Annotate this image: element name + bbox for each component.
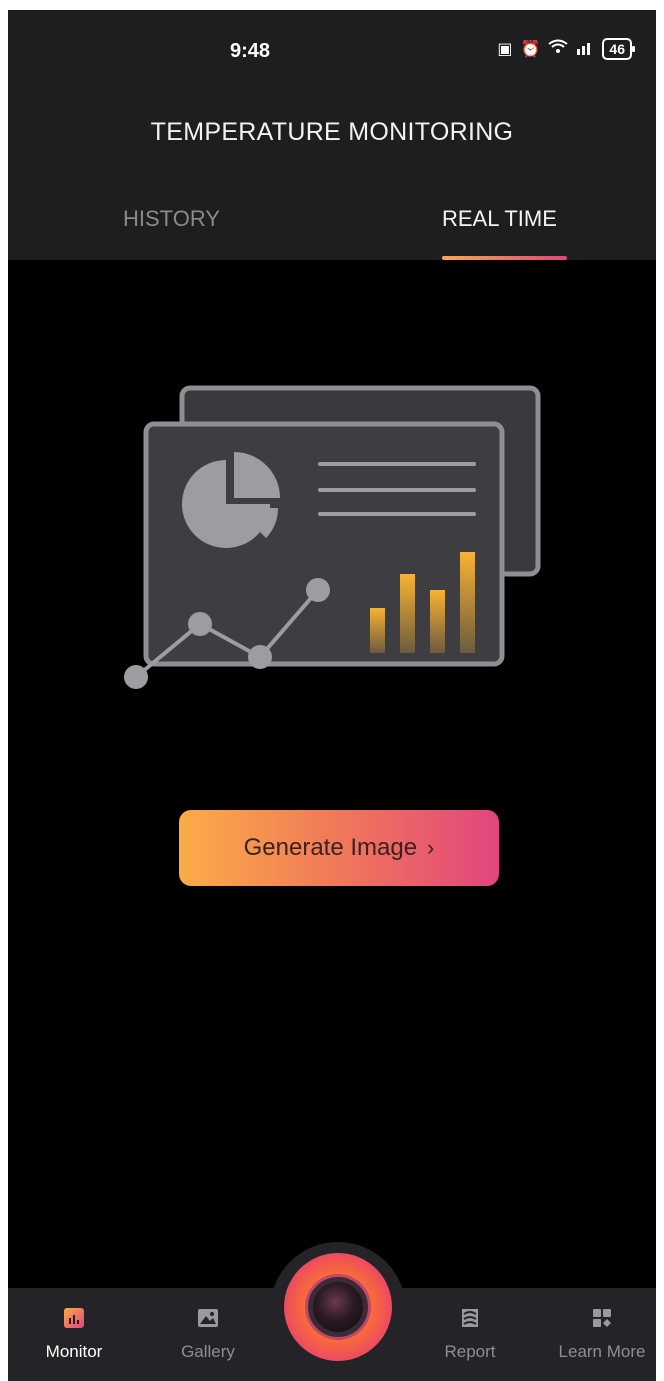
nav-label-report: Report (444, 1342, 496, 1361)
page-title: TEMPERATURE MONITORING (150, 118, 514, 146)
generate-image-label: Generate Image (243, 834, 418, 861)
nav-label-learn-more: Learn More (558, 1342, 646, 1361)
camera-capture-button[interactable] (284, 1253, 392, 1361)
app-header: 9:48 ▣ ⏰ 46 TEMPERATURE MONITORING HISTO… (8, 10, 656, 260)
nav-item-monitor[interactable]: Monitor (14, 1288, 134, 1381)
app-screen: 9:48 ▣ ⏰ 46 TEMPERATURE MONITORING HISTO… (8, 10, 656, 1381)
signal-icon (576, 39, 594, 60)
bar-chart-icon (64, 1308, 84, 1328)
status-time: 9:48 (230, 40, 271, 62)
nav-item-gallery[interactable]: Gallery (148, 1288, 268, 1381)
status-icons: ▣ ⏰ 46 (497, 38, 635, 60)
nav-item-learn-more[interactable]: Learn More (542, 1288, 656, 1381)
camera-lens-icon (308, 1277, 368, 1337)
grid-icon (593, 1309, 611, 1327)
battery-icon: 46 (602, 38, 635, 60)
dashboard-illustration-icon (124, 385, 541, 689)
tab-history[interactable]: HISTORY (123, 206, 220, 232)
nav-item-report[interactable]: Report (410, 1288, 530, 1381)
tab-real-time[interactable]: REAL TIME (442, 206, 557, 232)
wifi-icon (548, 39, 569, 60)
report-icon (462, 1309, 478, 1327)
active-tab-indicator (442, 256, 567, 260)
nav-label-gallery: Gallery (181, 1342, 235, 1361)
generate-image-button[interactable]: Generate Image › (179, 810, 499, 886)
alarm-icon: ⏰ (520, 41, 541, 58)
image-icon (198, 1309, 218, 1327)
chevron-right-icon: › (427, 835, 435, 860)
nfc-icon: ▣ (497, 41, 513, 58)
nav-label-monitor: Monitor (45, 1342, 103, 1361)
